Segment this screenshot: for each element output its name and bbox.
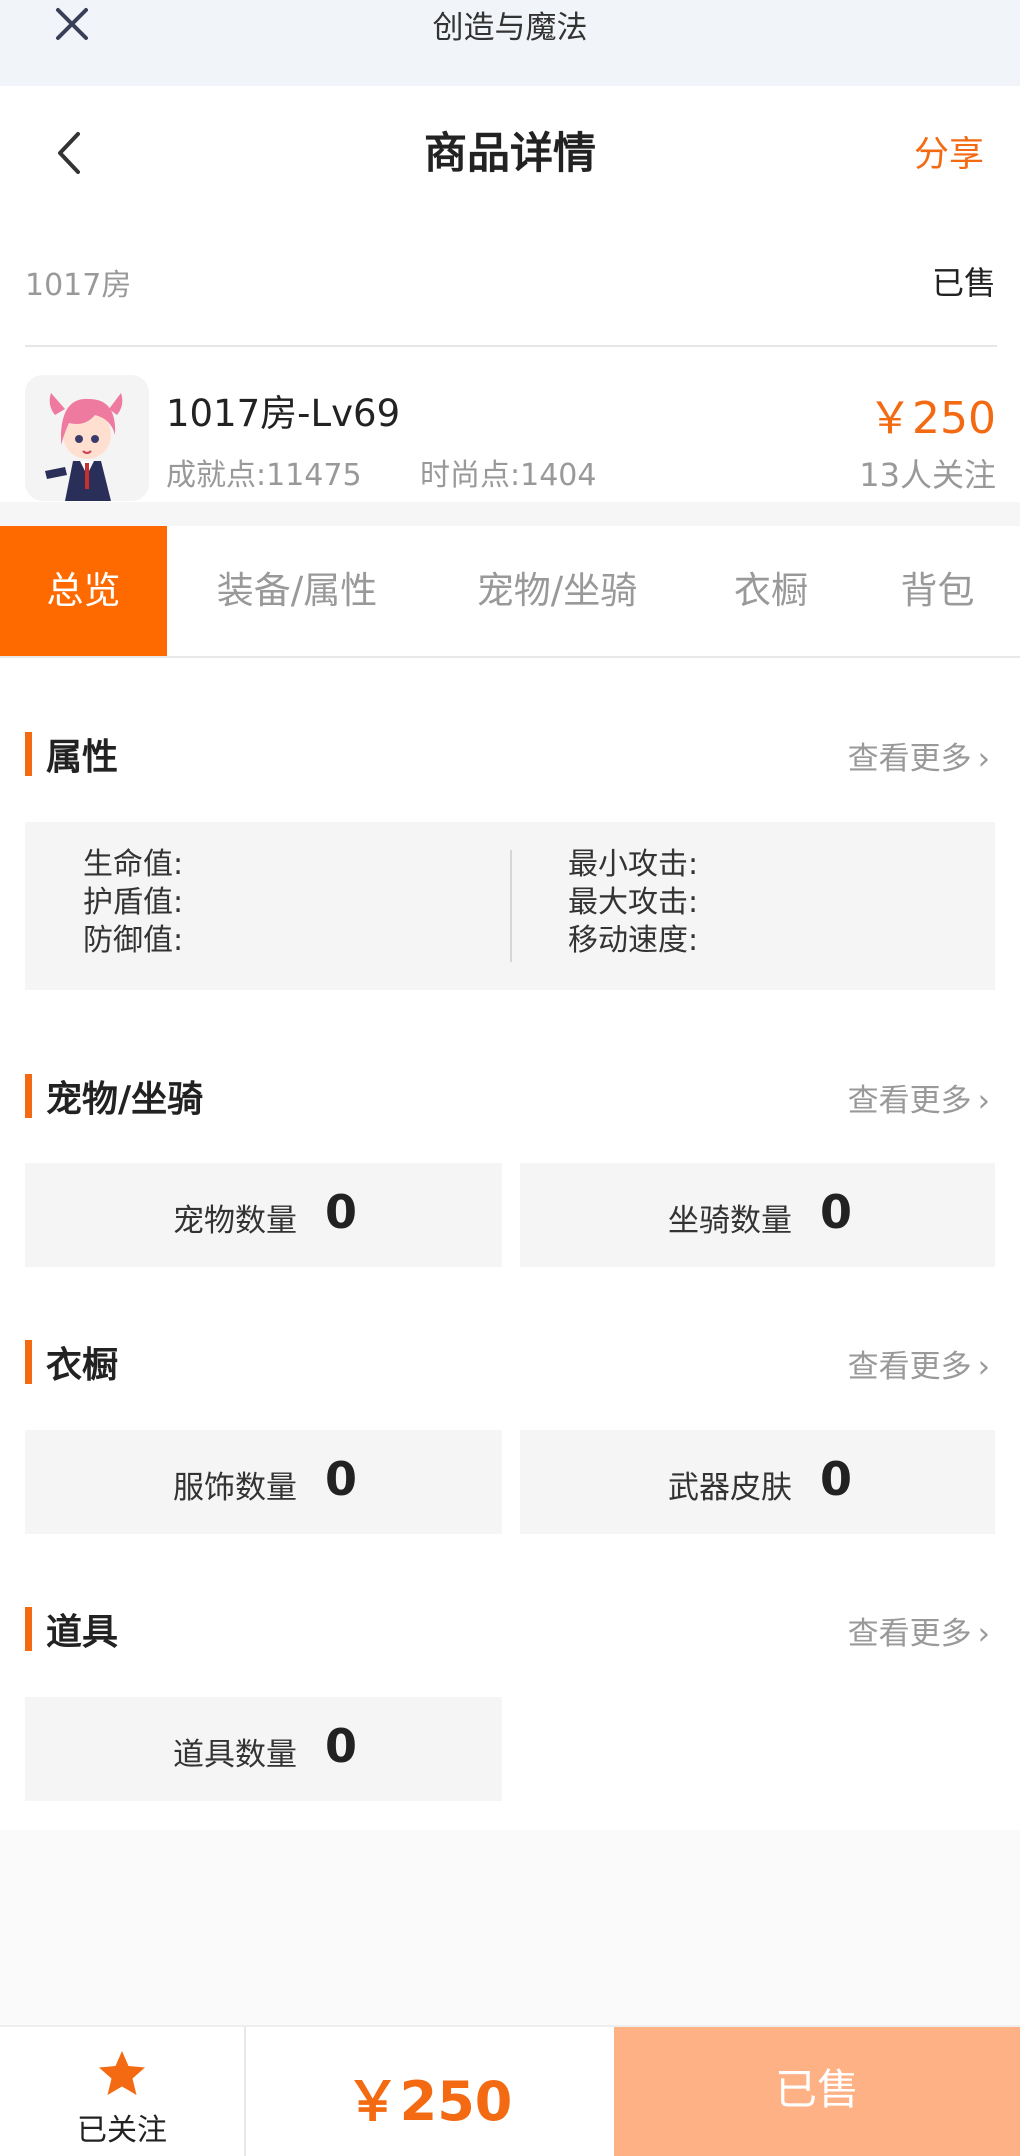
section-accent-bar <box>25 732 32 776</box>
system-title: 创造与魔法 <box>432 10 588 46</box>
tab-overview[interactable]: 总览 <box>0 526 167 656</box>
system-bar: 创造与魔法 <box>0 0 1020 86</box>
tab-backpack[interactable]: 背包 <box>855 526 1020 656</box>
close-icon[interactable] <box>52 2 92 46</box>
chevron-right-icon: › <box>977 1616 990 1652</box>
chevron-right-icon: › <box>977 1349 990 1385</box>
section-accent-bar <box>25 1607 32 1651</box>
section-title-props: 道具 <box>46 1612 119 1653</box>
product-name: 1017房-Lv69 <box>166 392 401 435</box>
page-footer-space <box>0 1830 1020 2025</box>
outfit-count-card: 服饰数量 0 <box>25 1430 502 1534</box>
stat-label: 服饰数量 <box>173 1470 297 1506</box>
status-badge: 已售 <box>931 264 996 302</box>
attributes-left-column: 生命值: 护盾值: 防御值: <box>83 846 183 960</box>
follow-button[interactable]: 已关注 <box>0 2027 246 2156</box>
stat-value: 0 <box>325 1185 358 1239</box>
attributes-right-column: 最小攻击: 最大攻击: 移动速度: <box>568 846 698 960</box>
section-gap <box>0 502 1020 526</box>
attr-min-attack: 最小攻击: <box>568 847 699 882</box>
view-more-label: 查看更多 <box>847 1616 972 1652</box>
section-accent-bar <box>25 1074 32 1118</box>
view-more-attributes[interactable]: 查看更多 › <box>848 733 990 778</box>
attr-max-attack: 最大攻击: <box>568 885 699 920</box>
pet-count-card: 宠物数量 0 <box>25 1163 502 1267</box>
stat-value: 0 <box>820 1185 853 1239</box>
character-avatar <box>25 375 149 501</box>
sold-button[interactable]: 已售 <box>614 2027 1020 2156</box>
attr-defense: 防御值: <box>83 923 184 958</box>
stat-label: 宠物数量 <box>173 1203 297 1239</box>
follower-count: 13人关注 <box>859 456 996 494</box>
prop-count-card: 道具数量 0 <box>25 1697 502 1801</box>
bottom-price: ￥250 <box>345 2070 513 2133</box>
view-more-pets[interactable]: 查看更多 › <box>848 1075 990 1120</box>
tab-wardrobe[interactable]: 衣橱 <box>687 526 855 656</box>
mount-count-card: 坐骑数量 0 <box>520 1163 995 1267</box>
tab-pets-mounts[interactable]: 宠物/坐骑 <box>427 526 687 656</box>
section-title-attributes: 属性 <box>46 737 119 778</box>
fashion-points: 时尚点:1404 <box>420 458 597 493</box>
listing-summary-row: 1017房 已售 <box>0 216 1020 346</box>
chevron-right-icon: › <box>977 741 990 777</box>
stat-value: 0 <box>325 1452 358 1506</box>
share-button[interactable]: 分享 <box>914 126 984 177</box>
section-accent-bar <box>25 1340 32 1384</box>
product-price: ￥250 <box>868 393 996 444</box>
weapon-skin-card: 武器皮肤 0 <box>520 1430 995 1534</box>
room-number: 1017房 <box>25 268 132 303</box>
page-header: 商品详情 分享 <box>0 86 1020 216</box>
attributes-panel: 生命值: 护盾值: 防御值: 最小攻击: 最大攻击: 移动速度: <box>25 822 995 990</box>
follow-label: 已关注 <box>77 2113 167 2148</box>
section-title-pets: 宠物/坐骑 <box>46 1079 204 1120</box>
view-more-props[interactable]: 查看更多 › <box>848 1608 990 1653</box>
divider <box>25 345 997 347</box>
tab-equipment[interactable]: 装备/属性 <box>167 526 427 656</box>
achievement-points: 成就点:11475 <box>166 458 362 493</box>
chevron-right-icon: › <box>977 1083 990 1119</box>
star-icon <box>99 2051 145 2095</box>
stat-value: 0 <box>820 1452 853 1506</box>
view-more-wardrobe[interactable]: 查看更多 › <box>848 1341 990 1386</box>
stat-label: 武器皮肤 <box>668 1470 792 1506</box>
detail-tabs: 总览 装备/属性 宠物/坐骑 衣橱 背包 <box>0 526 1020 658</box>
attr-hp: 生命值: <box>83 847 184 882</box>
view-more-label: 查看更多 <box>847 741 972 777</box>
section-title-wardrobe: 衣橱 <box>46 1345 119 1386</box>
attributes-divider <box>510 850 512 962</box>
stat-label: 坐骑数量 <box>668 1203 792 1239</box>
view-more-label: 查看更多 <box>847 1349 972 1385</box>
bottom-action-bar: 已关注 ￥250 已售 <box>0 2025 1020 2156</box>
view-more-label: 查看更多 <box>847 1083 972 1119</box>
page-title: 商品详情 <box>424 129 596 179</box>
attr-shield: 护盾值: <box>83 885 184 920</box>
stat-value: 0 <box>325 1719 358 1773</box>
attr-move-speed: 移动速度: <box>568 923 699 958</box>
stat-label: 道具数量 <box>173 1737 297 1773</box>
